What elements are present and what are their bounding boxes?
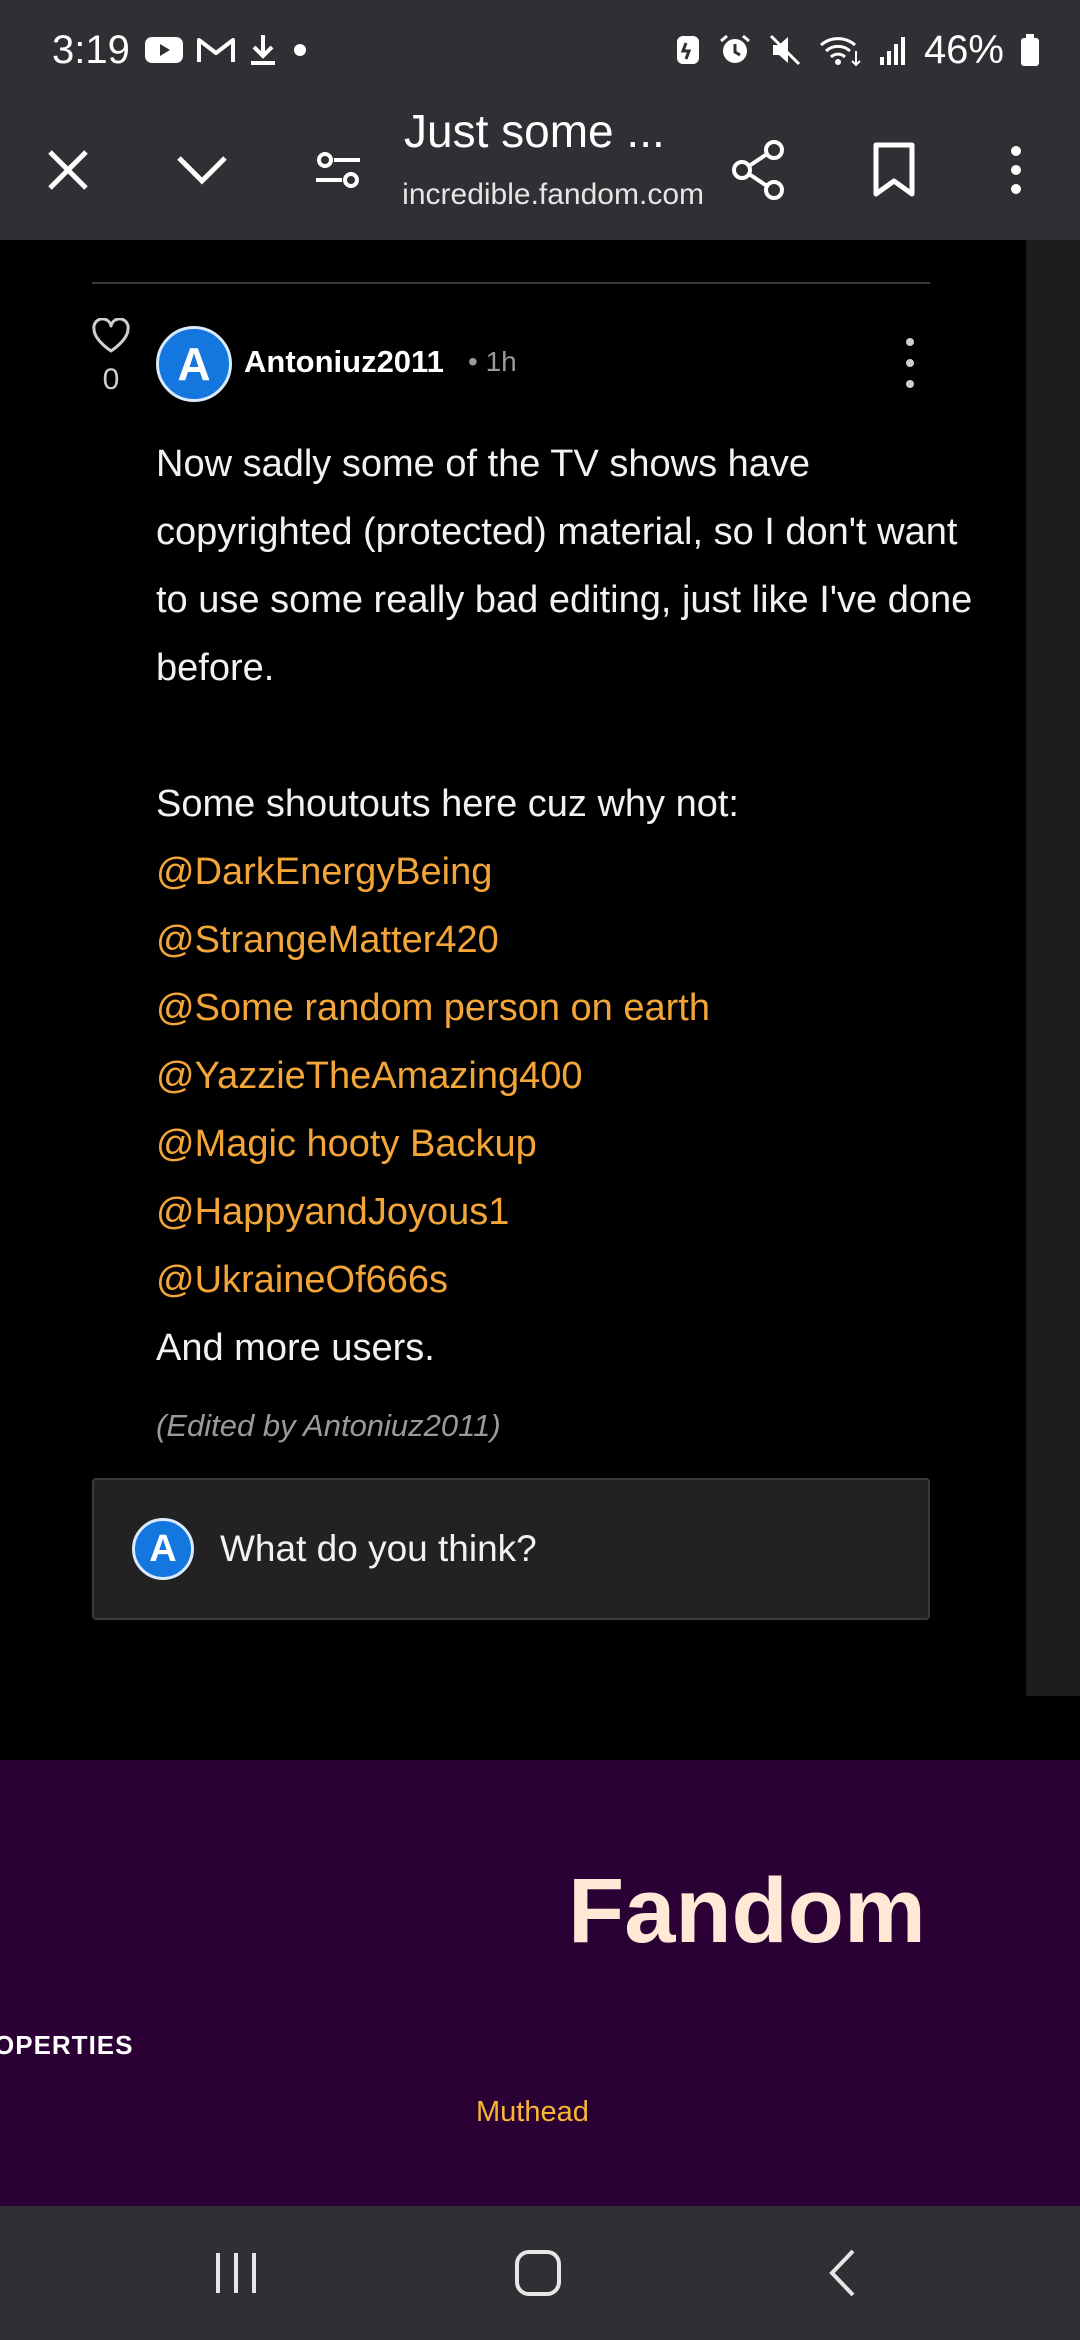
share-icon (732, 140, 784, 200)
recent-apps-button[interactable] (166, 2206, 306, 2340)
battery-icon (1020, 33, 1040, 67)
reply-avatar-letter: A (149, 1527, 177, 1570)
fandom-footer: Fandom OPERTIES Muthead (0, 1760, 1080, 2206)
mute-icon (768, 33, 802, 67)
battery-percent: 46% (923, 27, 1004, 72)
fandom-logo[interactable]: Fandom (568, 1844, 968, 1964)
status-time: 3:19 (52, 27, 130, 72)
minimize-tab-button[interactable] (152, 100, 252, 240)
page-url: incredible.fandom.com (404, 178, 704, 211)
user-mention-link[interactable]: @HappyandJoyous1 (156, 1178, 976, 1246)
battery-saver-icon (674, 33, 702, 67)
like-count: 0 (102, 363, 120, 396)
closing-text: And more users. (156, 1327, 435, 1369)
page-title: Just some ... (404, 105, 665, 157)
notification-icons (144, 33, 310, 67)
user-mention-link[interactable]: @UkraineOf666s (156, 1246, 976, 1314)
back-button[interactable] (772, 2206, 912, 2340)
status-bar: 3:19 46% (0, 0, 1080, 100)
more-notifications-dot-icon (290, 40, 310, 60)
user-mention-link[interactable]: @DarkEnergyBeing (156, 838, 976, 906)
share-button[interactable] (708, 100, 808, 240)
home-button[interactable] (468, 2206, 608, 2340)
discussion-content: 0 A Antoniuz2011 • 1h Now sadly some of … (0, 240, 1080, 1760)
user-mention-link[interactable]: @YazzieTheAmazing400 (156, 1042, 976, 1110)
system-status-icons: 46% (674, 0, 1040, 100)
page-info-button[interactable] (288, 100, 388, 240)
download-icon (248, 33, 278, 67)
post-paragraph: Now sadly some of the TV shows have copy… (156, 443, 973, 689)
user-mention-link[interactable]: @StrangeMatter420 (156, 906, 976, 974)
divider (92, 282, 930, 284)
more-options-button[interactable] (966, 100, 1066, 240)
fandom-logo-text: Fandom (568, 1860, 926, 1962)
recent-apps-icon (216, 2253, 256, 2293)
home-icon (515, 2250, 561, 2296)
heart-icon (92, 317, 130, 353)
tune-icon (316, 152, 360, 188)
reply-avatar: A (132, 1518, 194, 1580)
like-button[interactable]: 0 (90, 317, 132, 397)
post-body: Now sadly some of the TV shows have copy… (156, 430, 976, 1382)
user-mention-link[interactable]: @Magic hooty Backup (156, 1110, 976, 1178)
close-tab-button[interactable] (18, 100, 118, 240)
reply-placeholder: What do you think? (220, 1528, 537, 1569)
wifi-icon (818, 33, 862, 67)
more-vert-icon (1011, 146, 1021, 194)
bookmark-icon (873, 142, 915, 197)
post-time: • 1h (468, 346, 517, 377)
footer-section-heading: OPERTIES (0, 2030, 134, 2060)
gmail-icon (196, 35, 236, 65)
avatar-letter: A (177, 338, 211, 390)
edited-note: (Edited by Antoniuz2011) (156, 1408, 501, 1443)
avatar[interactable]: A (156, 326, 232, 402)
shoutout-intro: Some shoutouts here cuz why not: (156, 783, 739, 825)
alarm-icon (718, 33, 752, 67)
post-options-button[interactable] (890, 338, 930, 388)
tab-title-area[interactable]: Just some ... incredible.fandom.com (400, 100, 710, 240)
author-name[interactable]: Antoniuz2011 (244, 344, 444, 380)
back-icon (829, 2249, 855, 2297)
chevron-down-icon (177, 156, 227, 185)
signal-icon (878, 33, 908, 67)
system-nav-bar (0, 2206, 1080, 2340)
user-mention-link[interactable]: @Some random person on earth (156, 974, 976, 1042)
scrollbar[interactable] (1026, 240, 1080, 1696)
custom-tab-toolbar: Just some ... incredible.fandom.com (0, 100, 1080, 240)
youtube-icon (144, 35, 184, 65)
bookmark-button[interactable] (844, 100, 944, 240)
footer-link-muthead[interactable]: Muthead (476, 2096, 589, 2129)
close-icon (48, 150, 88, 190)
